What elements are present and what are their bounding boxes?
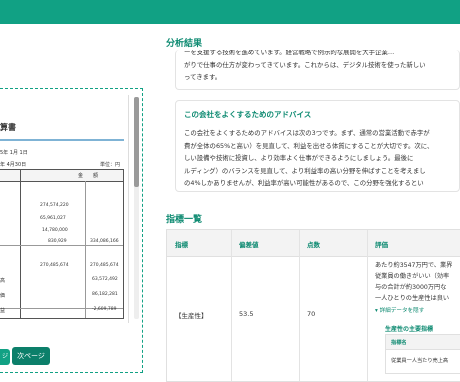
metrics-table-header: 指標 偏差値 点数 評価	[167, 230, 460, 257]
doc-amount: 14,780,000	[42, 228, 68, 233]
document-date-end: 年 4月30日	[0, 162, 27, 168]
metric-deviation: 53.5	[239, 310, 254, 318]
metrics-table: 指標 偏差値 点数 評価 【生産性】 53.5 70 あたり約3547万円で、業…	[166, 229, 460, 382]
analysis-section-title: 分析結果	[166, 39, 203, 49]
analysis-summary-text: ーを支援する技術を進めています。経営戦略で例示的な展開を大手企業… がりで仕事の…	[184, 50, 426, 81]
header-evaluation: 評価	[375, 241, 388, 249]
doc-row-label: 益	[0, 308, 6, 314]
doc-row-label: 価	[0, 293, 6, 299]
next-page-button[interactable]: 次ページ	[12, 347, 50, 365]
document-table: 金 額 274,574,220 65,961,027 14,780,000 83…	[0, 169, 124, 319]
doc-amount: -2,609,789	[92, 307, 117, 312]
doc-amount: 830,929	[48, 239, 67, 244]
metric-score: 70	[307, 310, 316, 318]
doc-amount: 334,086,166	[90, 239, 119, 244]
document-date-start: 5年 1月 1日	[0, 150, 28, 156]
header-indicator: 指標	[175, 241, 188, 249]
productivity-subtable: 指標名 従業員一人当たり売上高	[385, 334, 460, 374]
hide-details-toggle[interactable]: ▾ 詳細データを隠す	[375, 306, 424, 314]
document-viewer-panel: 算書 5年 1月 1日 年 4月30日 単位：円 金 額 274,574,220…	[0, 88, 143, 373]
subtable-header-name: 指標名	[391, 340, 407, 346]
metrics-col-divider	[367, 230, 368, 381]
doc-amount: 274,574,220	[40, 203, 69, 208]
metrics-col-divider	[299, 230, 300, 381]
advice-text: この会社をよくするためのアドバイスは次の3つです。まず、通常の営業活動で赤字が …	[184, 129, 434, 187]
document-scrollbar-thumb[interactable]	[134, 97, 139, 187]
document-scrollbar[interactable]	[134, 97, 139, 319]
analysis-summary-card: ーを支援する技術を進めています。経営戦略で例示的な展開を大手企業… がりで仕事の…	[175, 50, 460, 90]
metrics-col-divider	[231, 230, 232, 381]
doc-amount: 86,182,281	[92, 292, 118, 297]
productivity-subtitle: 生産性の主要指標	[385, 326, 434, 333]
doc-row-label: 高	[0, 278, 6, 284]
top-app-bar	[0, 0, 460, 24]
advice-card: この会社をよくするためのアドバイス この会社をよくするためのアドバイスは次の3つ…	[175, 100, 460, 192]
document-col-divider-2	[85, 181, 86, 318]
subtable-value: 従業員一人当たり売上高	[391, 358, 449, 364]
doc-amount: 63,572,492	[92, 277, 118, 282]
prev-page-button[interactable]: ジ	[0, 349, 10, 365]
document-page: 算書 5年 1月 1日 年 4月30日 単位：円 金 額 274,574,220…	[0, 95, 129, 323]
doc-amount: 270,485,674	[90, 263, 119, 268]
doc-amount: 65,961,027	[40, 216, 66, 221]
document-row-divider	[0, 245, 123, 246]
productivity-subtable-header: 指標名	[386, 335, 460, 350]
document-col-divider	[20, 170, 21, 318]
advice-title: この会社をよくするためのアドバイス	[184, 110, 312, 119]
header-score: 点数	[307, 241, 320, 249]
document-header-amount: 金 額	[78, 173, 99, 179]
document-title-rule	[0, 139, 124, 141]
metrics-section-title: 指標一覧	[166, 215, 203, 225]
metric-evaluation: あたり約3547万円で、業界 従業員の働きがいい（効率 与の合計が約3000万円…	[375, 262, 453, 302]
document-table-header: 金 額	[0, 170, 123, 182]
doc-amount: 270,485,674	[40, 263, 69, 268]
document-unit: 単位：円	[100, 162, 121, 168]
document-title: 算書	[0, 123, 16, 132]
header-deviation: 偏差値	[239, 241, 259, 249]
metric-indicator: 【生産性】	[175, 312, 208, 320]
